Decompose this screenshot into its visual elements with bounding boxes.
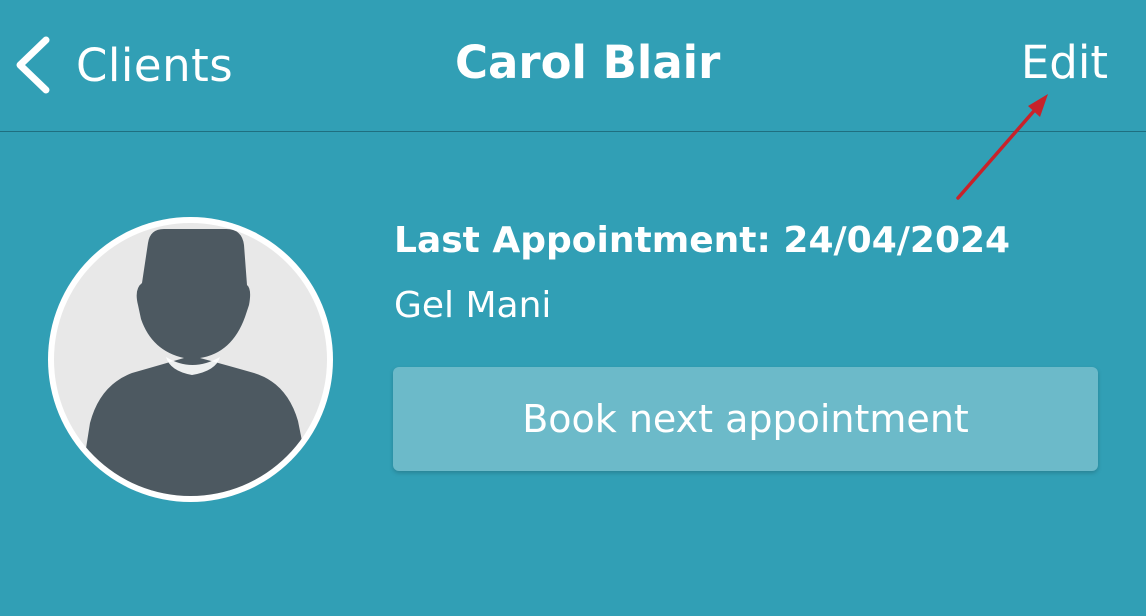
service-name: Gel Mani [394,285,552,326]
book-next-appointment-button[interactable]: Book next appointment [393,367,1098,471]
user-silhouette-icon [84,229,306,496]
edit-button[interactable]: Edit [1021,36,1108,89]
back-button-label: Clients [76,38,234,92]
avatar-placeholder [54,223,327,496]
last-appointment-text: Last Appointment: 24/04/2024 [394,220,1011,261]
annotation-arrow-icon [956,94,1048,200]
chevron-left-icon [16,36,50,94]
page-title: Carol Blair [455,36,721,89]
back-button[interactable]: Clients [12,34,233,96]
avatar [48,217,333,502]
book-button-label: Book next appointment [522,397,969,441]
